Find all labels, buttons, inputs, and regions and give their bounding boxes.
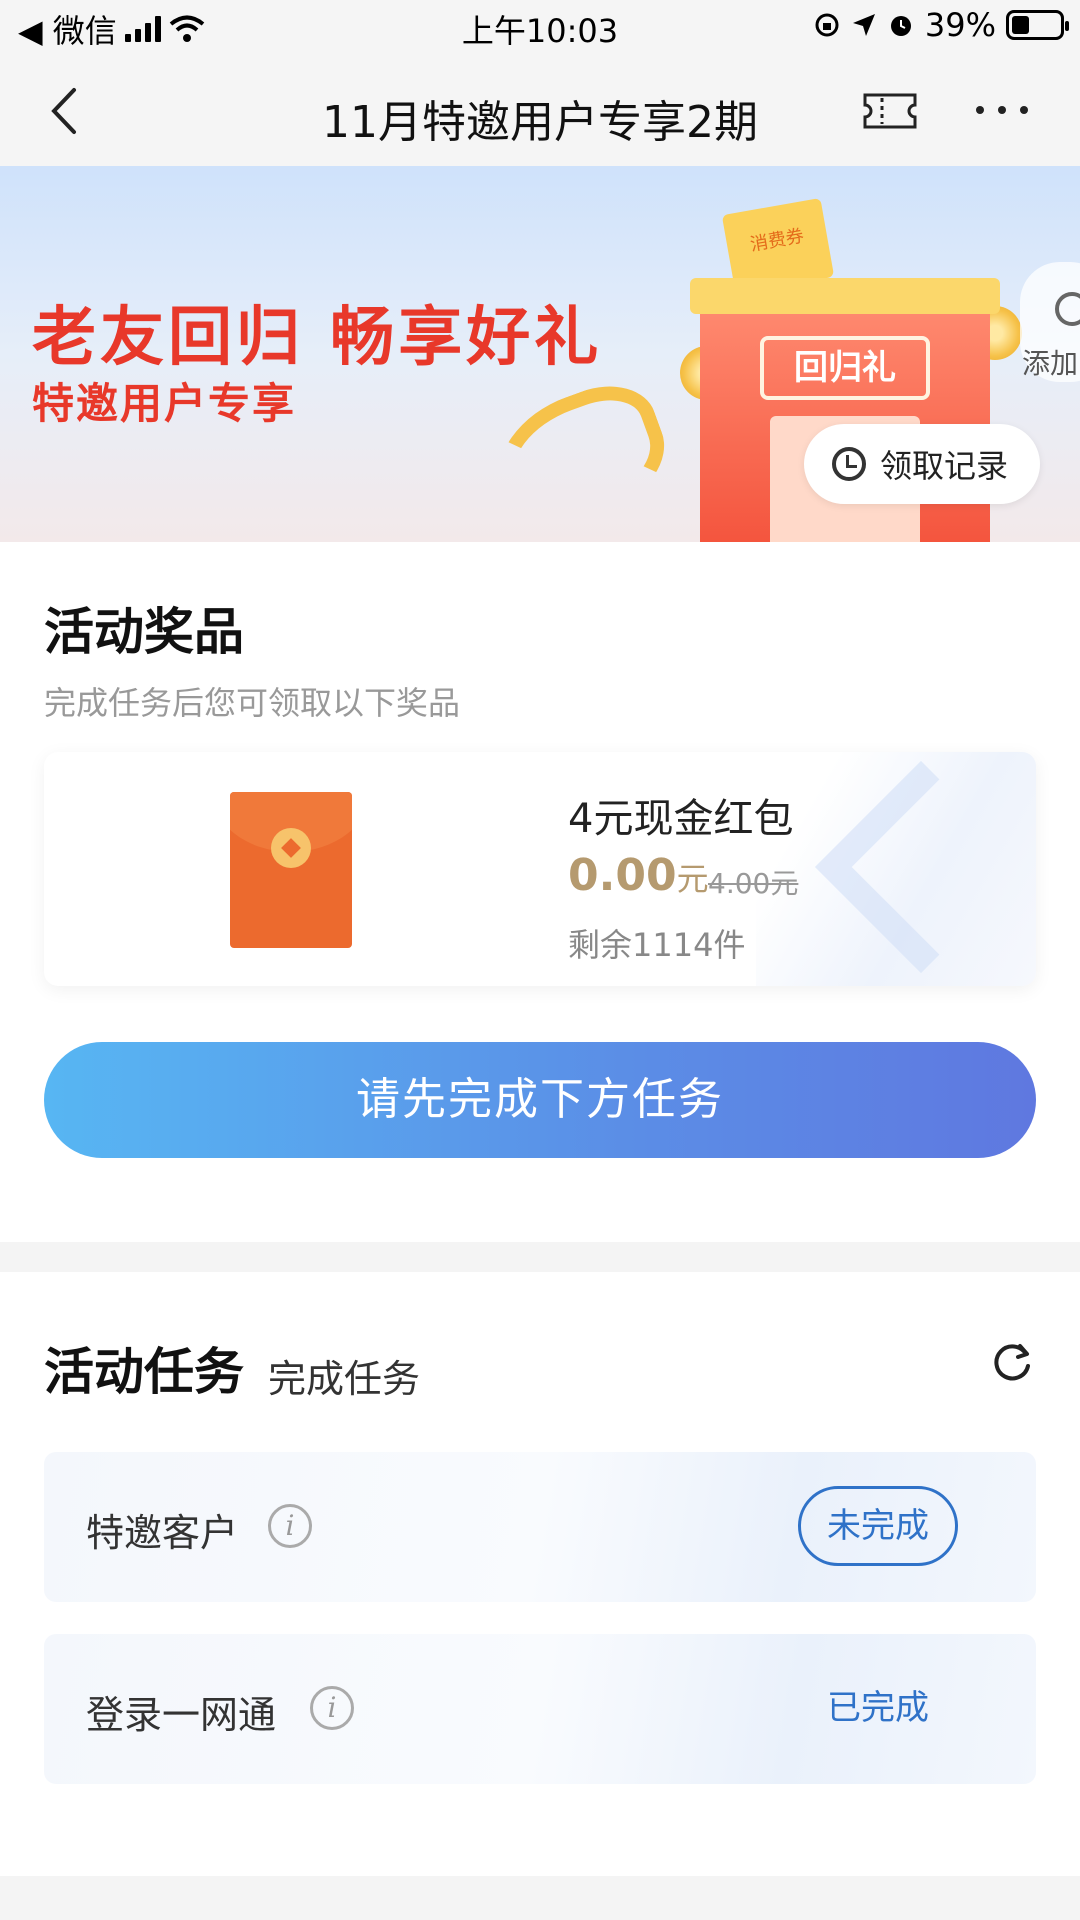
task-section-subtitle: 完成任务 [268,1357,421,1401]
claim-record-label: 领取记录 [880,447,1009,485]
prize-stock: 剩余1114件 [568,926,746,964]
info-icon[interactable]: i [310,1686,354,1730]
task-row: 登录一网通 i 已完成 [44,1634,1036,1784]
add-widget-label: 添加 [1022,347,1079,380]
page-title: 11月特邀用户专享2期 [322,97,758,148]
task-status-button[interactable]: 未完成 [798,1486,958,1566]
status-bar-right: 39% [813,6,1069,44]
prize-card[interactable]: 4元现金红包 0.00元 4.00元 剩余1114件 [44,752,1036,986]
prize-section-title: 活动奖品 [44,603,244,661]
prize-price-value: 0.00 [568,850,677,901]
rotation-lock-icon [815,13,839,37]
nav-bar: 11月特邀用户专享2期 [0,56,1080,166]
banner-subtitle: 特邀用户专享 [32,379,297,428]
alarm-icon [890,16,911,36]
hero-banner: 老友回归 畅享好礼 特邀用户专享 消费券 回归礼 添加 领取记录 [0,166,1080,542]
gift-label: 回归礼 [760,336,930,400]
task-section: 活动任务 完成任务 特邀客户 i 未完成 登录一网通 i 已完成 [0,1272,1080,1876]
prize-section-description: 完成任务后您可领取以下奖品 [44,684,461,722]
gift-box-lid [690,278,1000,314]
task-section-title: 活动任务 [44,1343,244,1401]
task-name: 特邀客户 [86,1511,239,1555]
task-row: 特邀客户 i 未完成 [44,1452,1036,1602]
info-icon[interactable]: i [268,1504,312,1548]
ticket-icon[interactable] [862,92,918,130]
task-status-label: 已完成 [827,1688,929,1728]
prize-section: 活动奖品 完成任务后您可领取以下奖品 4元现金红包 0.00元 4.00元 剩余… [0,542,1080,1242]
complete-tasks-button[interactable]: 请先完成下方任务 [44,1042,1036,1158]
prize-price: 0.00元 [568,850,709,901]
claim-record-button[interactable]: 领取记录 [804,424,1040,504]
battery-percent: 39% [924,6,996,44]
location-icon [852,14,875,36]
refresh-icon[interactable] [990,1340,1034,1384]
prize-original-price: 4.00元 [708,867,799,900]
task-name: 登录一网通 [86,1693,277,1737]
more-menu-icon[interactable] [976,106,1028,114]
battery-icon [1006,10,1069,40]
prize-price-unit: 元 [676,860,709,898]
history-icon [832,447,866,481]
red-envelope-icon [230,792,352,948]
prize-name: 4元现金红包 [568,796,794,842]
status-bar: ◀ 微信 上午10:03 39% [0,0,1080,56]
banner-title: 老友回归 畅享好礼 [32,301,603,375]
ribbon-decoration [479,370,681,542]
